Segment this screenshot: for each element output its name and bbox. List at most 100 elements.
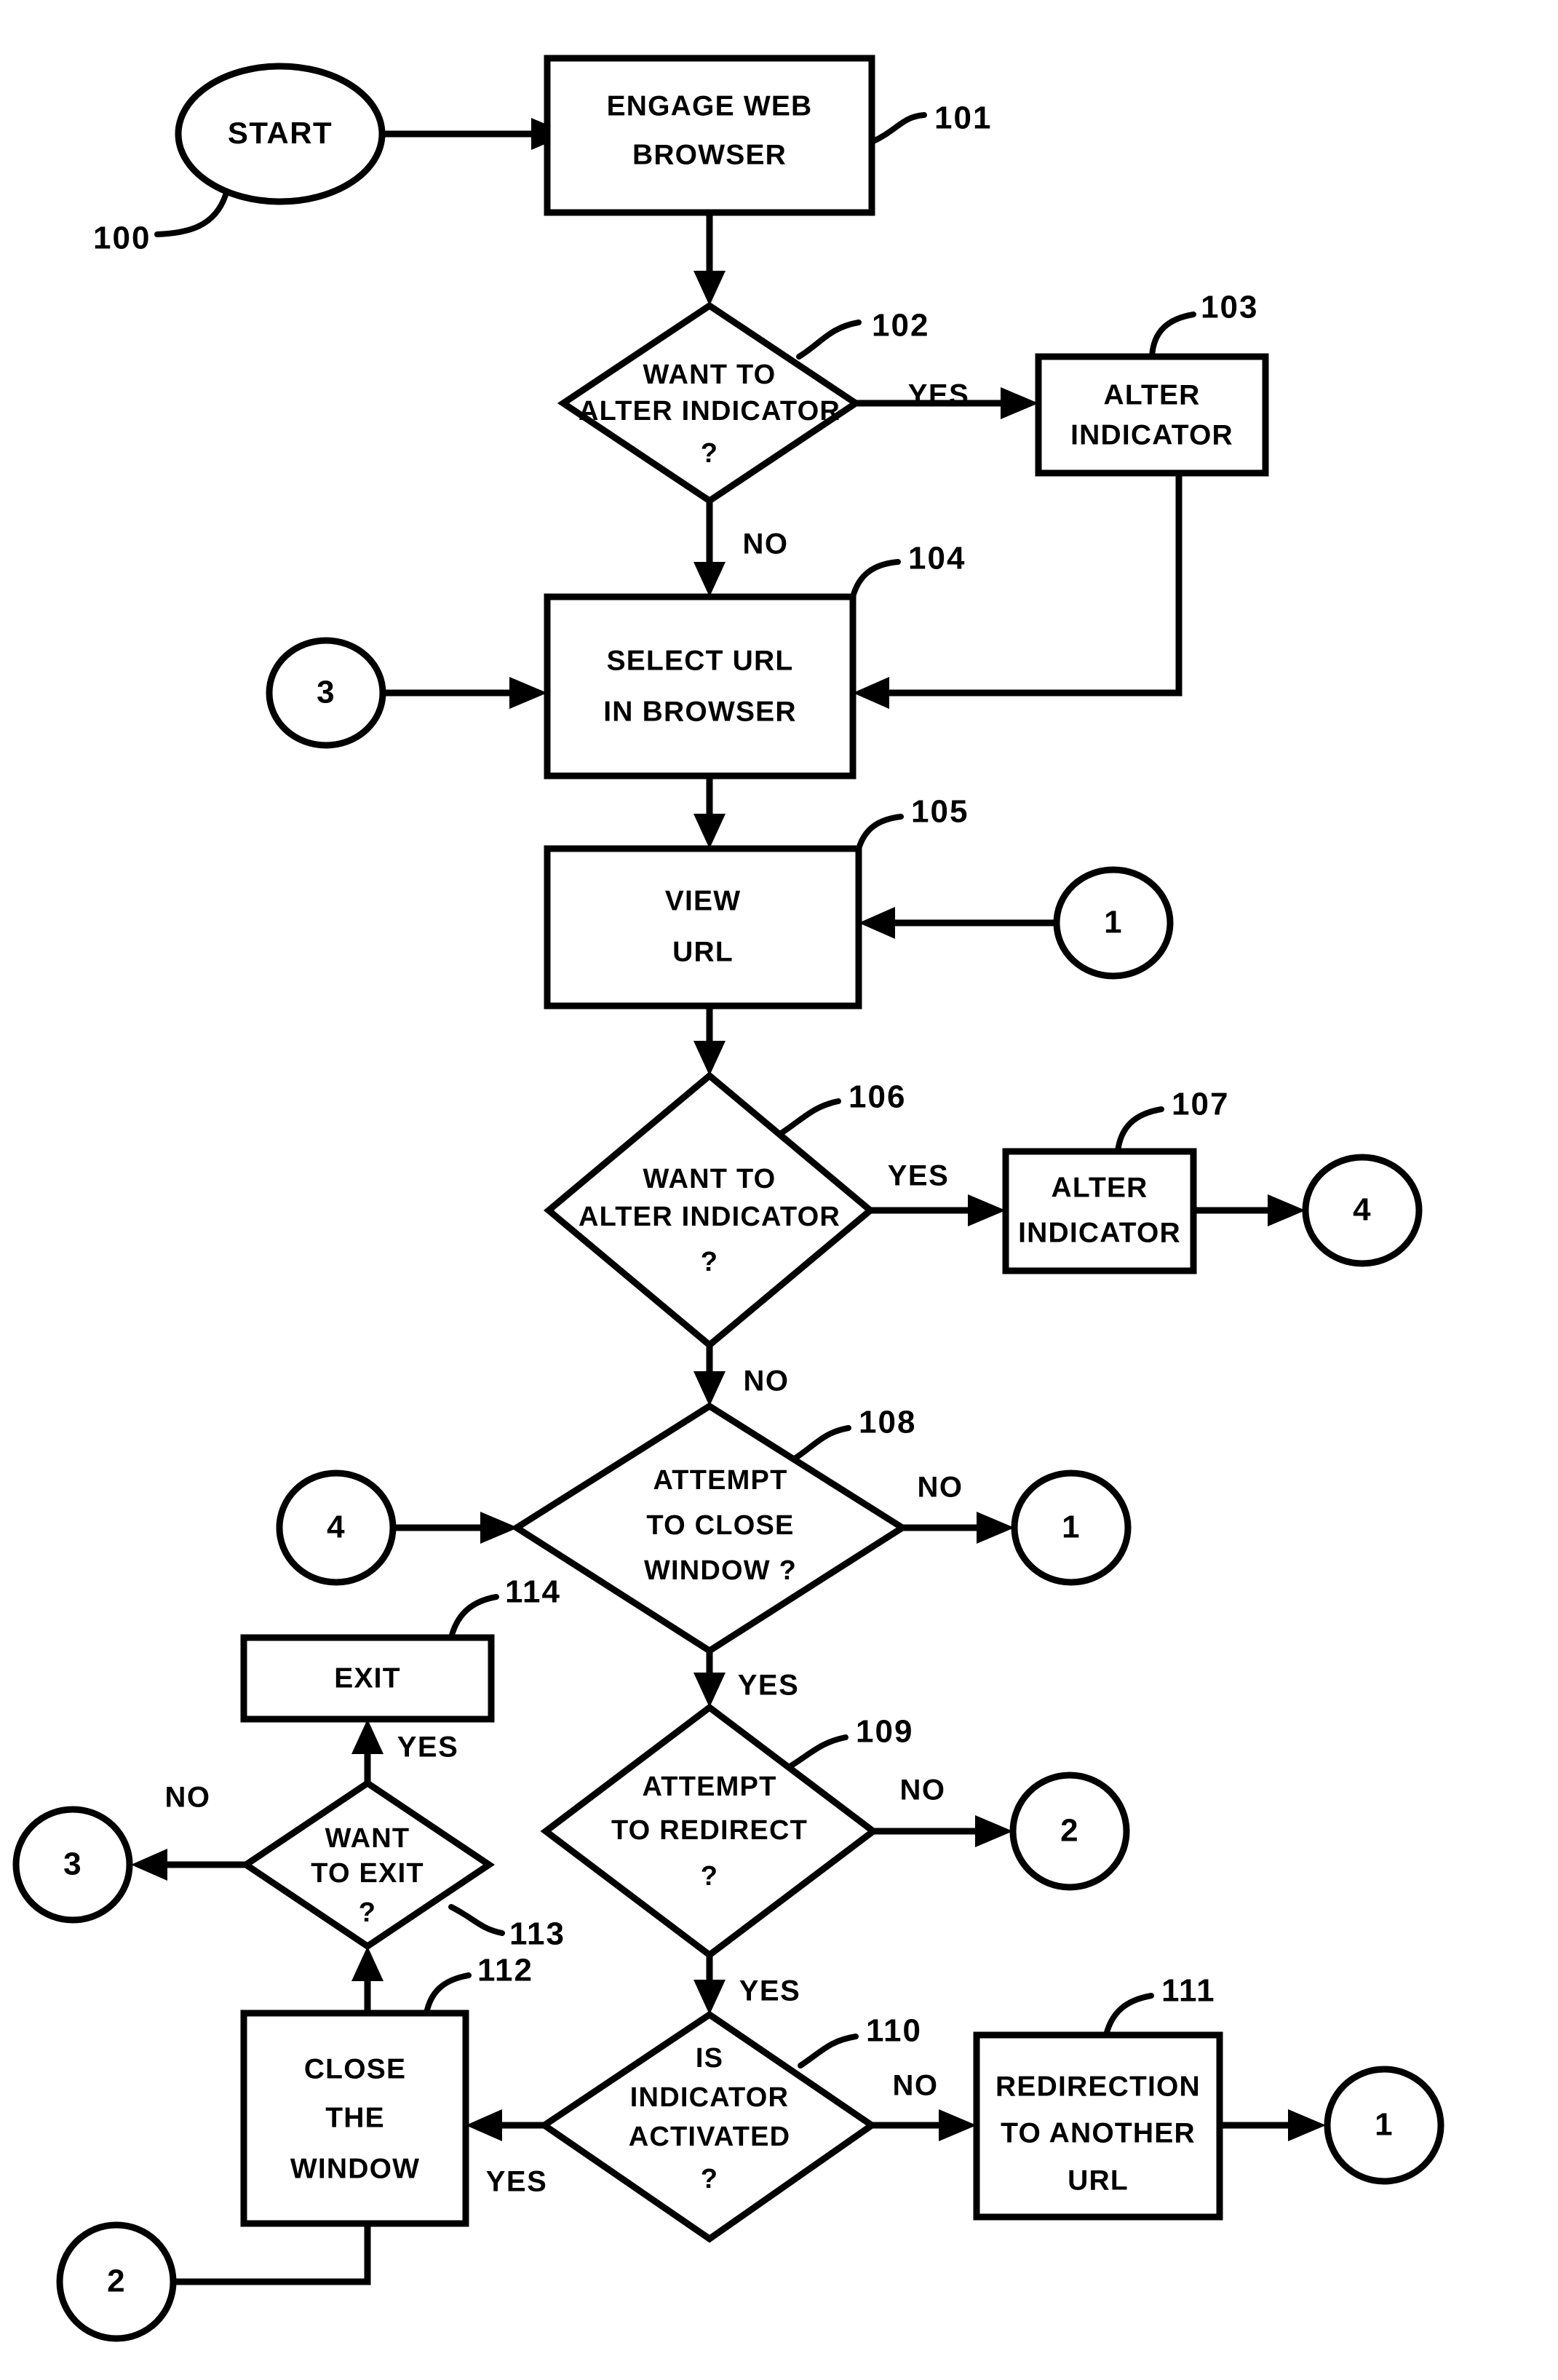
edge-102-no-to-104 [693,501,726,597]
ref-numeral-106: 106 [848,1079,906,1115]
ref-numeral-113: 113 [509,1916,565,1952]
ref-numeral-101: 101 [934,100,992,136]
node-108-line3: WINDOW ? [644,1555,797,1586]
edge-connector3-to-104 [360,677,547,709]
node-101-line2: BROWSER [632,139,787,170]
connector-2-from-109[interactable]: 2 [1009,1772,1130,1891]
leader-100: 100 [93,192,228,256]
node-101-line1: ENGAGE WEB [607,90,813,122]
connector-2-into-112-label: 2 [107,2264,126,2299]
node-107-line2: INDICATOR [1018,1217,1181,1248]
node-112-line3: WINDOW [290,2153,420,2184]
edge-103-to-104 [853,473,1183,709]
node-111-line3: URL [1068,2165,1129,2196]
edge-label-109-no: NO [900,1774,946,1806]
ref-numeral-112: 112 [477,1953,533,1988]
ref-numeral-100: 100 [93,221,151,256]
node-106-want-to-alter-indicator[interactable]: WANT TO ALTER INDICATOR ? [543,1071,876,1349]
node-108-line1: ATTEMPT [653,1465,787,1496]
connector-2-from-109-label: 2 [1060,1813,1079,1849]
node-110-line2: INDICATOR [630,2082,789,2113]
node-102-want-to-alter-indicator[interactable]: WANT TO ALTER INDICATOR ? [557,301,862,505]
edge-connector1-to-105 [859,907,1059,939]
ref-numeral-103: 103 [1201,290,1258,325]
ref-numeral-114: 114 [505,1574,561,1610]
node-106-line1: WANT TO [643,1164,776,1194]
node-111-line2: TO ANOTHER [1001,2117,1196,2149]
node-112-close-the-window[interactable]: CLOSE THE WINDOW [240,2010,469,2227]
connector-1-from-108-label: 1 [1062,1510,1081,1545]
edge-110-no-to-111 [872,2109,977,2141]
node-113-want-to-exit[interactable]: WANT TO EXIT ? [239,1779,496,1951]
node-109-line1: ATTEMPT [642,1772,776,1802]
ref-numeral-109: 109 [856,1714,913,1750]
node-113-line3: ? [359,1897,376,1928]
connector-1-from-111-label: 1 [1375,2107,1394,2143]
node-103-alter-indicator[interactable]: ALTER INDICATOR [1035,353,1269,477]
ref-numeral-104: 104 [908,541,966,576]
connector-2-into-112[interactable]: 2 [56,2221,177,2342]
connector-3-from-113-label: 3 [63,1847,82,1882]
edge-label-102-yes: YES [908,379,970,411]
connector-3-in[interactable]: 3 [266,637,386,749]
node-110-line3: ACTIVATED [629,2122,791,2152]
connector-3-from-113[interactable]: 3 [12,1806,133,1924]
node-111-line1: REDIRECTION [995,2071,1201,2102]
node-103-line1: ALTER [1103,379,1200,410]
leader-102: 102 [796,308,929,360]
node-107-alter-indicator[interactable]: ALTER INDICATOR [1002,1148,1197,1274]
node-113-line1: WANT [325,1823,410,1854]
node-102-line2: ALTER INDICATOR [579,396,840,427]
leader-104: 104 [850,541,966,600]
edge-112-to-113 [351,1946,383,2013]
edge-106-yes-to-107 [870,1194,1006,1226]
connector-1-into-105[interactable]: 1 [1053,866,1174,980]
node-114-label: EXIT [334,1662,400,1694]
edge-label-108-yes: YES [738,1670,800,1702]
connector-1-from-108[interactable]: 1 [1011,1469,1132,1586]
node-104-line2: IN BROWSER [603,696,797,727]
node-113-line2: TO EXIT [311,1858,424,1889]
node-110-line1: IS [696,2043,723,2074]
edge-start-to-101 [382,118,569,150]
node-111-redirection-to-another-url[interactable]: REDIRECTION TO ANOTHER URL [973,2031,1223,2221]
node-108-attempt-to-close-window[interactable]: ATTEMPT TO CLOSE WINDOW ? [510,1402,909,1655]
edge-105-to-106 [693,1004,726,1076]
leader-101: 101 [869,100,992,145]
edge-label-109-yes: YES [739,1975,801,2007]
edge-label-110-yes: YES [486,2166,548,2198]
node-104-select-url-in-browser[interactable]: SELECT URL IN BROWSER [544,593,856,780]
ref-numeral-105: 105 [911,794,969,830]
edge-label-106-yes: YES [888,1160,950,1192]
node-112-line1: CLOSE [304,2053,406,2085]
leader-107: 107 [1115,1087,1229,1154]
connector-4-out[interactable]: 4 [1302,1154,1423,1267]
node-106-line2: ALTER INDICATOR [579,1202,840,1232]
edge-113-no-to-connector3 [131,1849,246,1881]
connector-4-into-108-label: 4 [327,1510,346,1545]
leader-111: 111 [1103,1973,1215,2038]
edge-107-to-connector4 [1193,1194,1305,1226]
node-105-line1: VIEW [665,885,741,916]
node-start-label: START [228,116,333,150]
connector-1-from-111[interactable]: 1 [1324,2066,1444,2185]
node-107-line1: ALTER [1051,1172,1148,1203]
node-102-line3: ? [701,438,718,469]
connector-4-into-108[interactable]: 4 [276,1469,397,1586]
edge-label-113-no: NO [165,1782,211,1814]
node-101-engage-web-browser[interactable]: ENGAGE WEB BROWSER [544,55,875,216]
edge-109-no-to-connector2 [873,1815,1013,1847]
ref-numeral-110: 110 [866,2013,922,2049]
node-112-line2: THE [325,2102,385,2133]
connector-3-in-label: 3 [317,675,335,710]
node-114-exit[interactable]: EXIT [240,1634,495,1723]
ref-numeral-107: 107 [1172,1087,1229,1122]
node-105-line2: URL [672,936,734,967]
ref-numeral-102: 102 [872,308,929,344]
node-start[interactable]: START [175,63,386,205]
leader-110: 110 [798,2013,922,2068]
connector-4-out-label: 4 [1353,1192,1372,1228]
edge-label-102-no: NO [743,528,789,560]
edge-111-to-connector1 [1220,2109,1326,2141]
node-105-view-url[interactable]: VIEW URL [544,845,862,1009]
